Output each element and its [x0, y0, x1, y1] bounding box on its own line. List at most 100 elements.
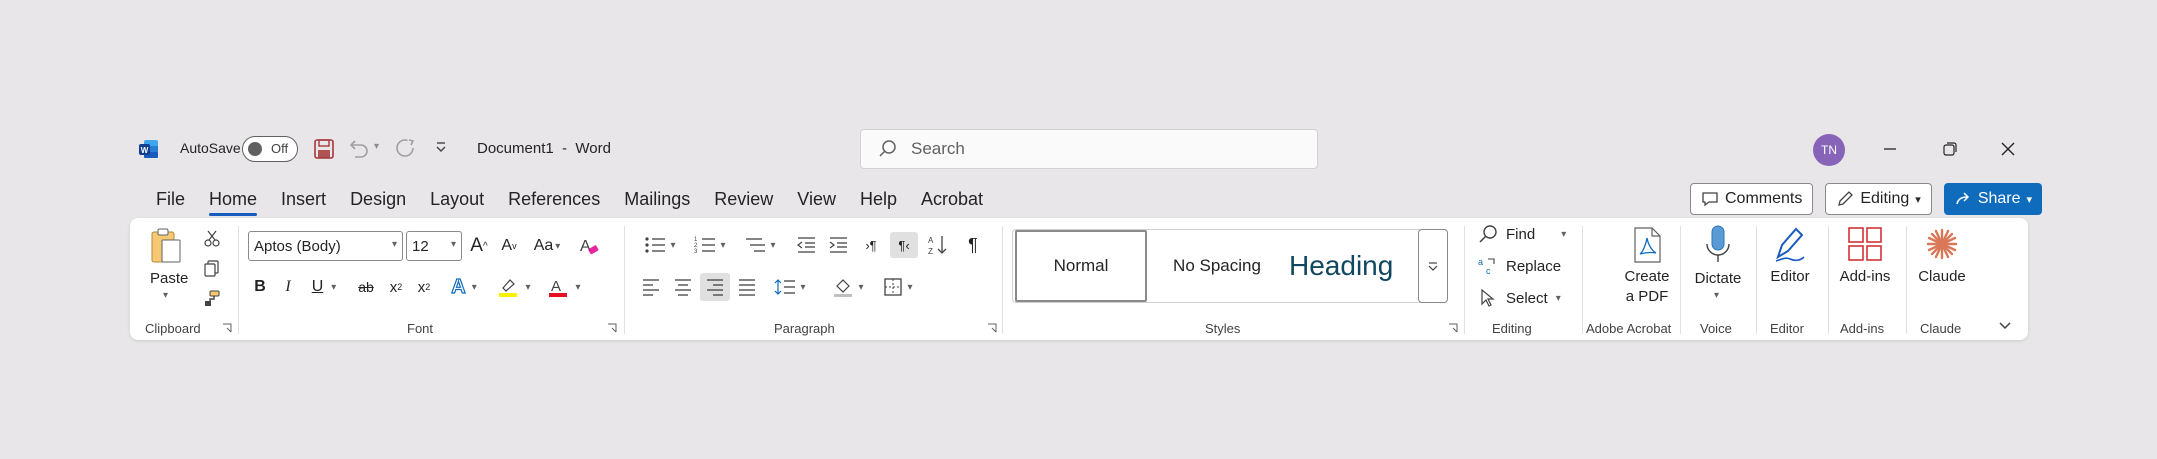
find-button[interactable]: Find ▾	[1478, 224, 1566, 244]
superscript-icon[interactable]: x2	[412, 274, 436, 300]
strikethrough-icon[interactable]: ab	[352, 274, 380, 300]
font-size-select[interactable]: 12 ▾	[406, 231, 462, 261]
collapse-ribbon-icon[interactable]	[1994, 316, 2016, 336]
replace-button[interactable]: ac Replace	[1478, 256, 1561, 276]
dictate-label[interactable]: Dictate	[1686, 270, 1750, 287]
editor-pen-icon[interactable]	[1772, 224, 1808, 266]
tab-acrobat[interactable]: Acrobat	[909, 186, 995, 216]
bullets-icon[interactable]: ▾	[638, 232, 682, 258]
bold-icon[interactable]: B	[248, 274, 272, 300]
font-color-icon[interactable]: A ▾	[542, 274, 586, 300]
tab-view[interactable]: View	[785, 186, 848, 216]
close-icon[interactable]	[1993, 134, 2023, 164]
create-pdf-label-line2[interactable]: a PDF	[1614, 288, 1680, 305]
undo-dropdown-icon[interactable]: ▾	[374, 141, 379, 152]
search-box[interactable]: Search	[860, 129, 1318, 169]
addins-grid-icon[interactable]	[1846, 224, 1884, 264]
ltr-icon[interactable]: ›¶	[858, 232, 884, 258]
autosave-toggle[interactable]: Off	[242, 136, 298, 162]
tab-insert[interactable]: Insert	[269, 186, 338, 216]
dictate-dropdown-icon[interactable]: ▾	[1714, 290, 1719, 301]
save-icon[interactable]	[313, 138, 335, 160]
clipboard-launcher-icon[interactable]	[222, 323, 232, 333]
shading-icon[interactable]: ▾	[826, 274, 870, 300]
addins-label[interactable]: Add-ins	[1832, 268, 1898, 285]
styles-more-button[interactable]	[1418, 229, 1448, 303]
paste-icon[interactable]	[148, 226, 184, 266]
tab-home[interactable]: Home	[197, 186, 269, 216]
cut-icon[interactable]	[202, 228, 222, 248]
styles-launcher-icon[interactable]	[1448, 323, 1458, 333]
font-name-select[interactable]: Aptos (Body) ▾	[248, 231, 403, 261]
group-label-voice: Voice	[1700, 321, 1732, 336]
line-spacing-icon[interactable]: ▾	[768, 274, 812, 300]
svg-text:a: a	[1478, 257, 1483, 267]
borders-icon[interactable]: ▾	[876, 274, 920, 300]
font-launcher-icon[interactable]	[607, 323, 617, 333]
paragraph-launcher-icon[interactable]	[987, 323, 997, 333]
tab-mailings[interactable]: Mailings	[612, 186, 702, 216]
separator	[1906, 226, 1907, 334]
align-center-icon[interactable]	[670, 274, 696, 300]
subscript-icon[interactable]: x2	[384, 274, 408, 300]
style-normal[interactable]: Normal	[1015, 230, 1147, 302]
clear-formatting-icon[interactable]: A	[576, 232, 602, 260]
restore-icon[interactable]	[1935, 134, 1965, 164]
undo-icon[interactable]	[346, 137, 370, 159]
find-label: Find	[1506, 225, 1536, 243]
highlight-color-icon[interactable]: ▾	[492, 274, 536, 300]
share-icon	[1956, 192, 1969, 205]
share-button[interactable]: Share ▾	[1943, 183, 2043, 215]
tab-file[interactable]: File	[144, 186, 197, 216]
redo-icon[interactable]	[394, 137, 416, 159]
justify-icon[interactable]	[734, 274, 760, 300]
italic-icon[interactable]: I	[276, 274, 300, 300]
tab-layout[interactable]: Layout	[418, 186, 496, 216]
claude-label[interactable]: Claude	[1912, 268, 1972, 285]
create-pdf-label-line1[interactable]: Create	[1614, 268, 1680, 285]
change-case-icon[interactable]: Aa ▾	[530, 232, 564, 260]
separator	[1464, 226, 1465, 334]
numbering-icon[interactable]: 123 ▾	[688, 232, 732, 258]
tab-references[interactable]: References	[496, 186, 612, 216]
svg-text:3: 3	[694, 249, 698, 254]
style-heading[interactable]: Heading	[1283, 230, 1419, 302]
minimize-icon[interactable]	[1875, 134, 1905, 164]
tab-design[interactable]: Design	[338, 186, 418, 216]
svg-text:Z: Z	[928, 247, 933, 256]
group-label-editor: Editor	[1770, 321, 1804, 336]
editor-label[interactable]: Editor	[1760, 268, 1820, 285]
group-label-styles: Styles	[1205, 321, 1241, 336]
format-painter-icon[interactable]	[202, 288, 222, 308]
comments-button[interactable]: Comments	[1690, 183, 1814, 215]
shrink-font-icon[interactable]: Av	[496, 232, 522, 260]
microphone-icon[interactable]	[1702, 224, 1734, 266]
style-no-spacing[interactable]: No Spacing	[1153, 230, 1281, 302]
group-label-addins: Add-ins	[1840, 321, 1885, 336]
search-icon	[879, 140, 896, 157]
select-button[interactable]: Select ▾	[1478, 288, 1561, 308]
align-left-icon[interactable]	[638, 274, 664, 300]
paste-label[interactable]: Paste	[150, 270, 188, 287]
increase-indent-icon[interactable]	[824, 232, 852, 258]
align-right-icon[interactable]	[700, 273, 730, 301]
paste-dropdown-icon[interactable]: ▾	[163, 290, 168, 301]
tab-review[interactable]: Review	[702, 186, 785, 216]
create-pdf-icon[interactable]	[1630, 226, 1664, 264]
underline-icon[interactable]: U ▾	[304, 274, 344, 300]
customize-qat-icon[interactable]	[434, 140, 448, 154]
editing-mode-button[interactable]: Editing ▾	[1825, 183, 1932, 215]
claude-icon[interactable]	[1924, 224, 1960, 264]
copy-icon[interactable]	[202, 258, 222, 278]
text-effects-icon[interactable]: A ▾	[444, 274, 484, 300]
show-formatting-icon[interactable]: ¶	[960, 232, 986, 258]
user-avatar[interactable]: TN	[1813, 134, 1845, 166]
tab-help[interactable]: Help	[848, 186, 909, 216]
decrease-indent-icon[interactable]	[792, 232, 820, 258]
comments-label: Comments	[1725, 190, 1803, 207]
rtl-icon[interactable]: ¶‹	[890, 232, 918, 258]
multilevel-list-icon[interactable]: ▾	[738, 232, 782, 258]
grow-font-icon[interactable]: A ^	[466, 232, 492, 260]
group-label-claude: Claude	[1920, 321, 1962, 336]
sort-icon[interactable]: AZ	[924, 232, 952, 258]
